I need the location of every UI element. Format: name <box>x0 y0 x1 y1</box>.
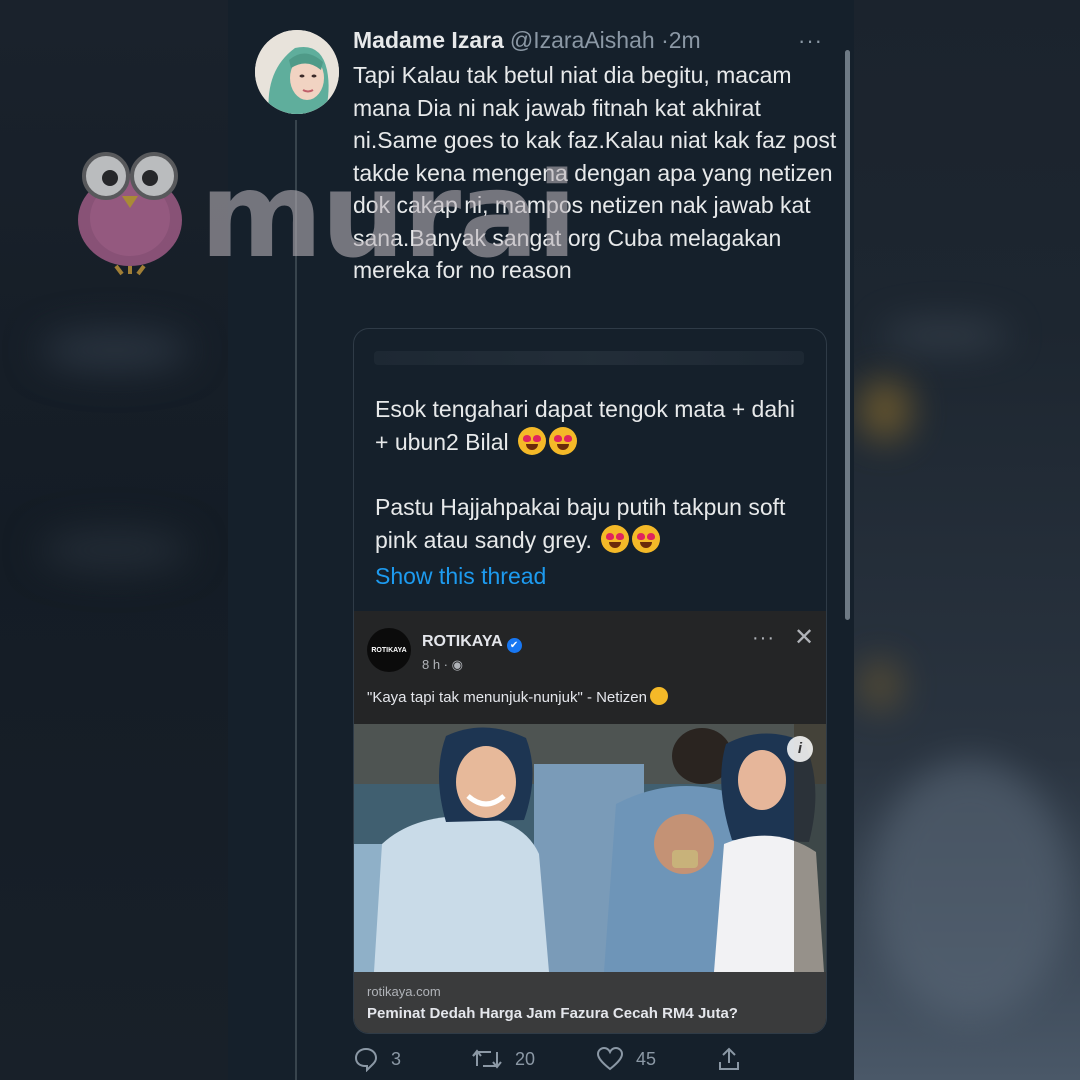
tweet-header: Madame Izara @IzaraAishah ·2m <box>353 27 701 54</box>
page-name: ROTIKAYA ✔ <box>422 633 522 653</box>
quoted-tweet-text: Esok tengahari dapat tengok mata + dahi … <box>375 393 805 589</box>
quoted-tweet[interactable]: Esok tengahari dapat tengok mata + dahi … <box>353 328 827 1034</box>
heart-eyes-emoji-icon <box>549 427 578 455</box>
owl-logo-icon <box>72 148 188 281</box>
post-caption: "Kaya tapi tak menunjuk-nunjuk" - Netize… <box>367 687 668 706</box>
display-name[interactable]: Madame Izara <box>353 27 504 53</box>
link-preview: rotikaya.com Peminat Dedah Harga Jam Faz… <box>354 972 826 1033</box>
post-meta: 8 h · ◉ <box>422 657 463 672</box>
show-thread-link[interactable]: Show this thread <box>375 563 546 590</box>
info-icon: i <box>787 736 813 762</box>
retweet-button[interactable]: 20 <box>471 1046 535 1072</box>
share-button[interactable] <box>716 1046 742 1072</box>
heart-eyes-emoji-icon <box>518 427 547 455</box>
quoted-paragraph-2: Pastu Hajjahpakai baju putih takpun soft… <box>375 494 786 553</box>
close-icon: ✕ <box>794 624 815 651</box>
reply-count: 3 <box>391 1048 402 1069</box>
link-domain: rotikaya.com <box>367 984 441 999</box>
post-photo: i <box>354 724 826 972</box>
avatar[interactable] <box>255 30 339 114</box>
murai-watermark: murai <box>72 146 592 284</box>
verified-badge-icon: ✔ <box>506 638 522 653</box>
heart-eyes-emoji-icon <box>601 525 630 553</box>
share-icon <box>716 1046 742 1072</box>
like-button[interactable]: 45 <box>596 1046 656 1072</box>
quoted-tweet-header-faded <box>374 351 804 365</box>
more-options-icon[interactable]: ··· <box>798 28 823 54</box>
embedded-post-screenshot: ROTIKAYA ROTIKAYA ✔ 8 h · ◉ ··· ✕ "Kaya t… <box>354 611 826 1033</box>
link-headline: Peminat Dedah Harga Jam Fazura Cecah RM4… <box>367 1005 738 1022</box>
smiling-emoji-icon <box>649 687 668 705</box>
reply-icon <box>353 1046 379 1072</box>
timestamp[interactable]: 2m <box>669 27 701 53</box>
separator: · <box>661 27 669 53</box>
heart-icon <box>596 1046 624 1072</box>
watermark-text: murai <box>200 146 577 284</box>
globe-icon: ◉ <box>451 657 463 672</box>
quoted-paragraph-1: Esok tengahari dapat tengok mata + dahi … <box>375 396 796 455</box>
rotikaya-logo: ROTIKAYA <box>367 628 411 672</box>
handle[interactable]: @IzaraAishah <box>510 27 655 53</box>
like-count: 45 <box>636 1048 657 1069</box>
reply-button[interactable]: 3 <box>353 1046 401 1072</box>
retweet-count: 20 <box>515 1048 536 1069</box>
heart-eyes-emoji-icon <box>632 525 661 553</box>
retweet-icon <box>471 1046 503 1072</box>
scrollbar[interactable] <box>845 50 850 620</box>
more-options-icon: ··· <box>752 627 775 649</box>
